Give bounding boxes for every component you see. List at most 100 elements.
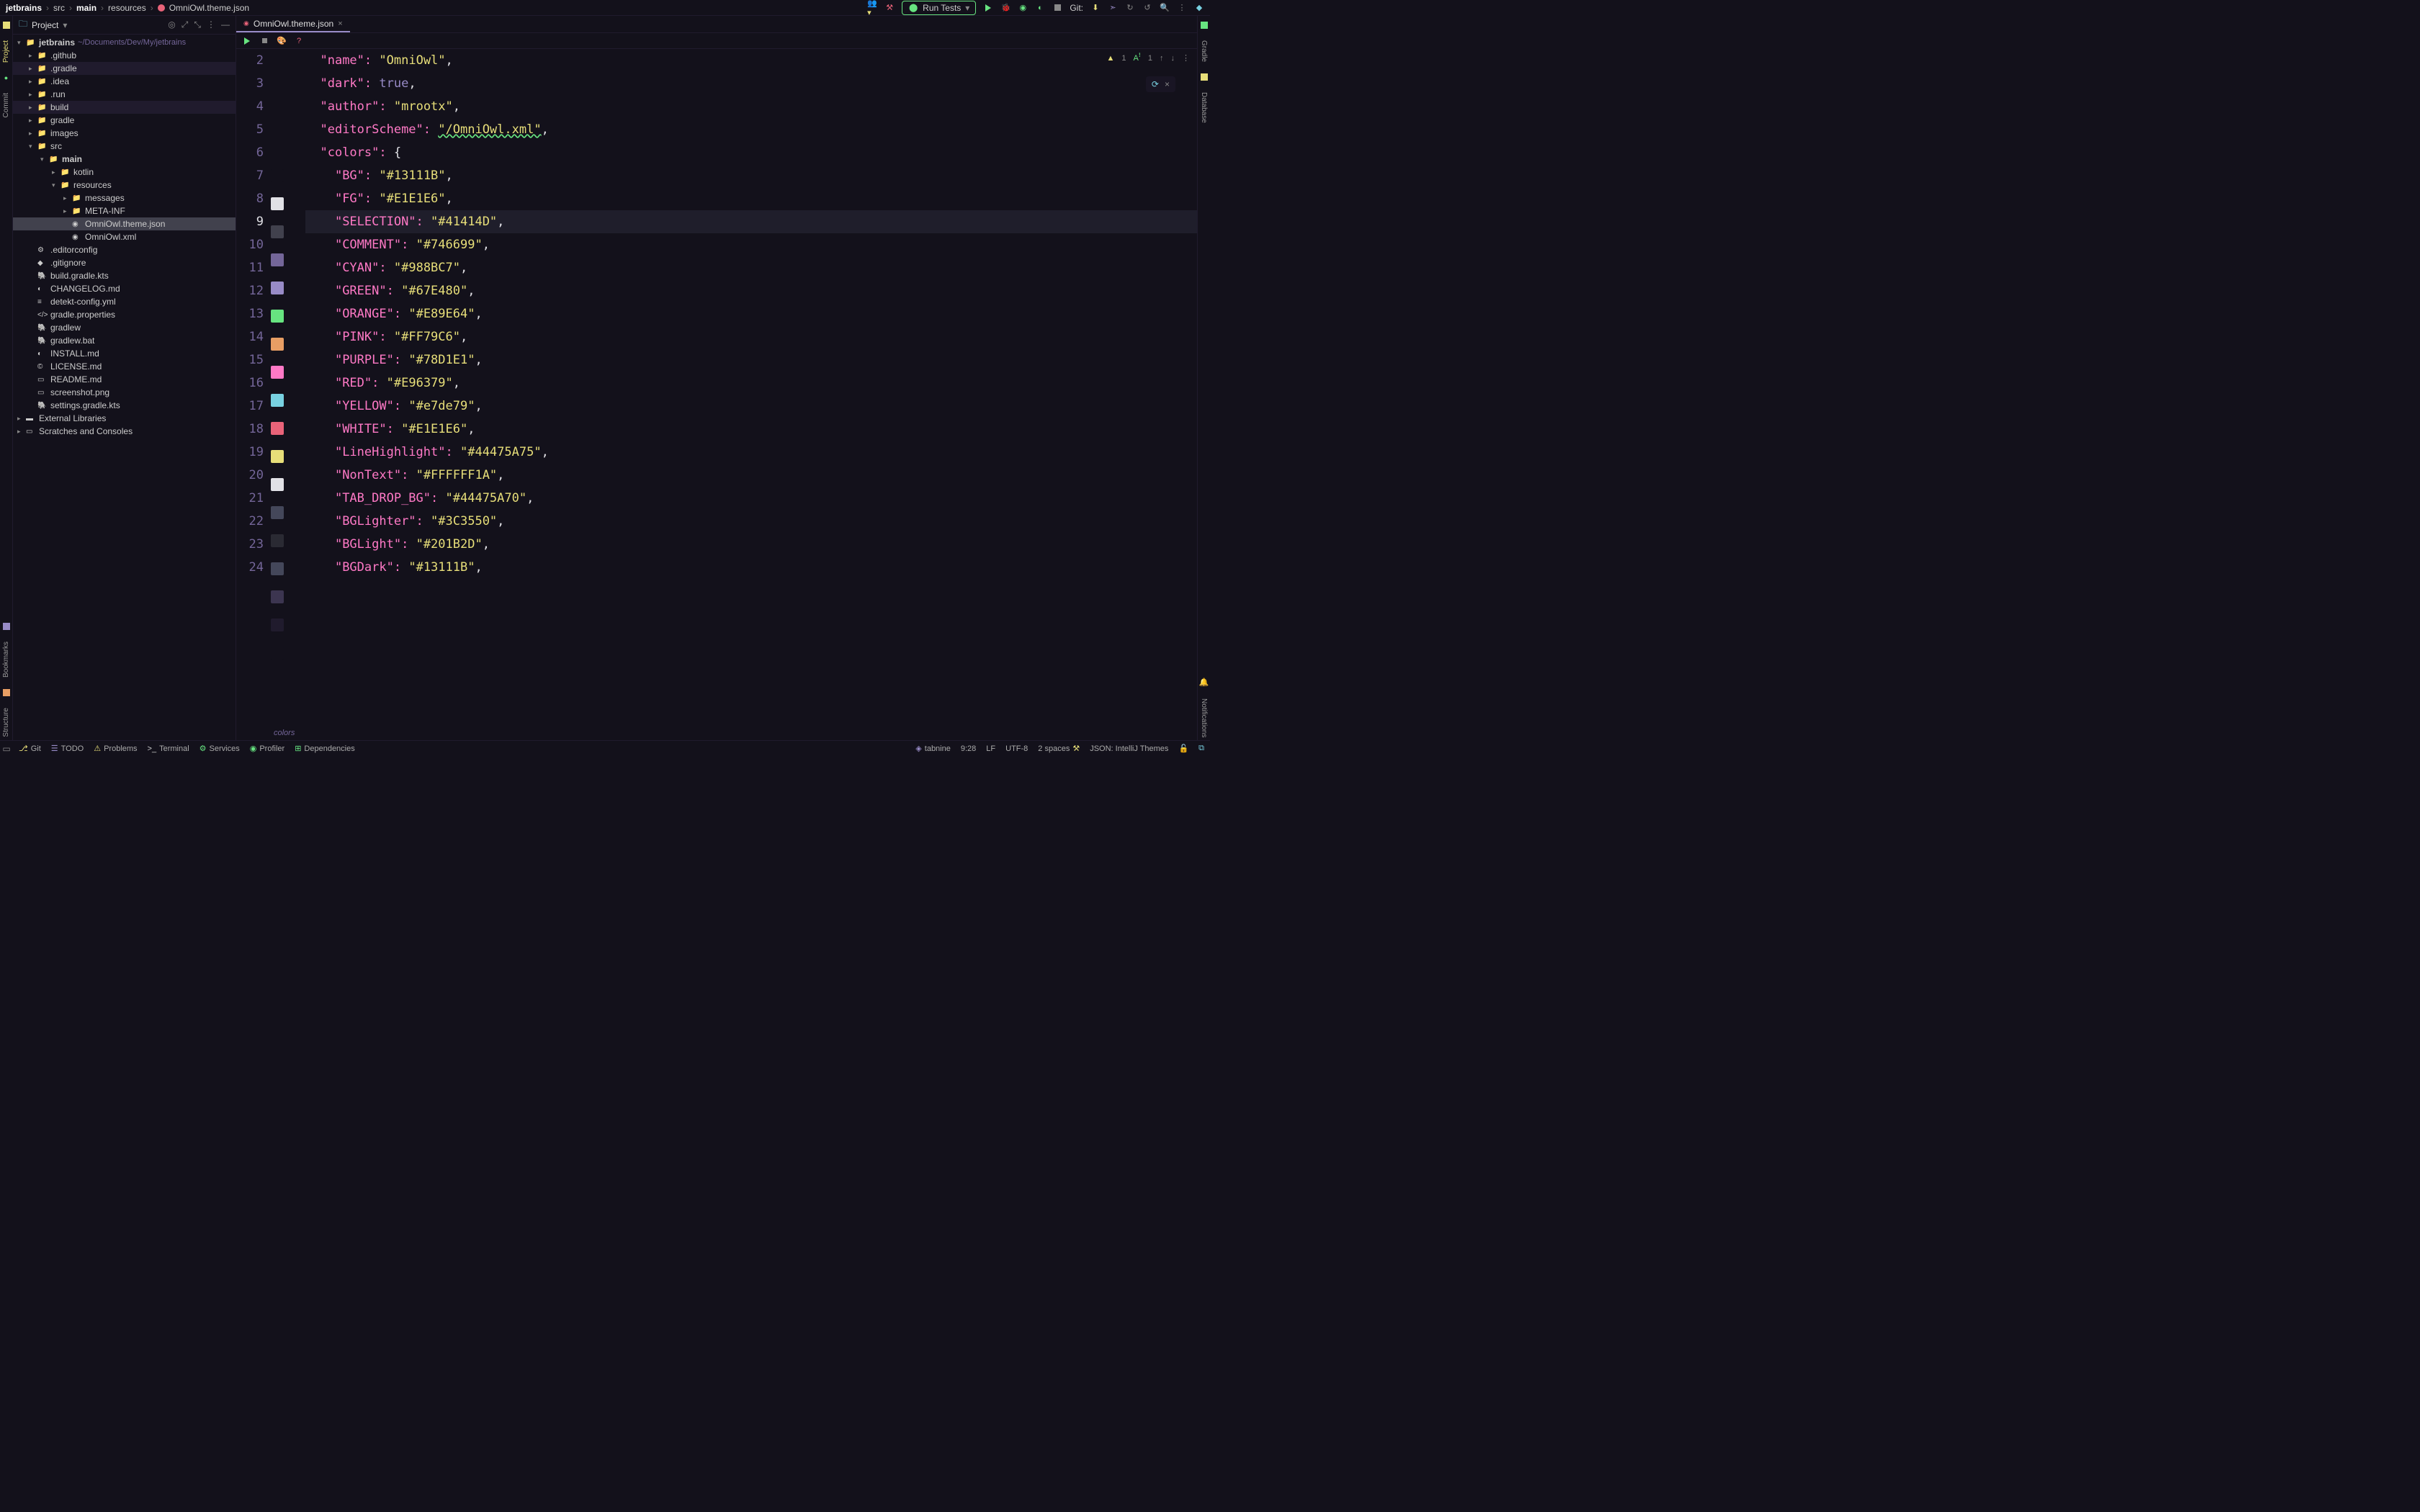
editor-tab[interactable]: ◉ OmniOwl.theme.json × — [236, 16, 350, 32]
tree-item[interactable]: ▸📁kotlin — [13, 166, 236, 179]
tree-item[interactable]: ▾📁src — [13, 140, 236, 153]
up-arrow-icon[interactable]: ↑ — [1160, 54, 1164, 63]
editor-breadcrumb[interactable]: colors — [236, 726, 1197, 740]
tree-item[interactable]: 🐘gradlew.bat — [13, 334, 236, 347]
tree-item[interactable]: ⚙.editorconfig — [13, 243, 236, 256]
inspection-widget[interactable]: ▲1 Aꜝ1 ↑ ↓ ⋮ — [1106, 53, 1190, 63]
tool-database[interactable]: Database — [1200, 89, 1208, 126]
tree-item[interactable]: ◆.gitignore — [13, 256, 236, 269]
more-icon[interactable]: ⋮ — [1182, 53, 1190, 63]
tree-item[interactable]: ▸▬External Libraries — [13, 412, 236, 425]
tree-item[interactable]: ▸📁images — [13, 127, 236, 140]
more-icon[interactable]: ⋮ — [207, 19, 215, 30]
stop-icon[interactable] — [1052, 3, 1062, 13]
tree-item[interactable]: ≡detekt-config.yml — [13, 295, 236, 308]
line-ending[interactable]: LF — [986, 744, 995, 753]
project-tree[interactable]: ▾📁jetbrains~/Documents/Dev/My/jetbrains▸… — [13, 35, 236, 740]
copilot-icon[interactable]: ⧉ — [1198, 744, 1204, 753]
tool-structure[interactable]: Structure — [2, 705, 10, 740]
tool-project[interactable]: Project — [2, 37, 10, 66]
run-gutter-icon[interactable] — [242, 36, 252, 46]
git-history-icon[interactable]: ↻ — [1125, 3, 1135, 13]
hide-icon[interactable]: — — [221, 19, 230, 30]
tree-item[interactable]: ◉OmniOwl.theme.json — [13, 217, 236, 230]
code-with-me-icon[interactable]: 👥▾ — [867, 3, 877, 13]
gradle-tool-icon[interactable] — [1201, 22, 1208, 29]
tree-item[interactable]: 🐘gradlew — [13, 321, 236, 334]
tree-item[interactable]: ▸📁META-INF — [13, 204, 236, 217]
expand-icon[interactable]: ⤢ — [182, 19, 189, 30]
tree-item[interactable]: ▾📁resources — [13, 179, 236, 192]
tool-bookmarks[interactable]: Bookmarks — [2, 639, 10, 680]
git-rollback-icon[interactable]: ↺ — [1142, 3, 1152, 13]
tree-item[interactable]: ◉OmniOwl.xml — [13, 230, 236, 243]
search-icon[interactable]: 🔍 — [1160, 3, 1170, 13]
tree-item[interactable]: ▸📁.run — [13, 88, 236, 101]
tree-item[interactable]: ▾📁main — [13, 153, 236, 166]
stop-gutter-icon[interactable] — [259, 36, 269, 46]
tree-item[interactable]: ▸📁messages — [13, 192, 236, 204]
close-icon[interactable]: × — [1165, 79, 1170, 89]
run-icon[interactable] — [983, 3, 993, 13]
bottom-tool-terminal[interactable]: >_ Terminal — [148, 744, 189, 753]
code-content[interactable]: "name": "OmniOwl", "dark": true, "author… — [288, 49, 1197, 726]
tree-item[interactable]: 🐘settings.gradle.kts — [13, 399, 236, 412]
tree-item[interactable]: ▾📁jetbrains~/Documents/Dev/My/jetbrains — [13, 36, 236, 49]
bottom-tool-git[interactable]: ⎇ Git — [19, 744, 41, 753]
down-arrow-icon[interactable]: ↓ — [1171, 54, 1175, 63]
close-tab-icon[interactable]: × — [338, 19, 342, 28]
tool-commit[interactable]: Commit — [2, 90, 10, 120]
bottom-tool-problems[interactable]: ⚠ Problems — [94, 744, 137, 753]
settings-icon[interactable]: ⋮ — [1177, 3, 1187, 13]
tree-item[interactable]: ▸📁.github — [13, 49, 236, 62]
target-icon[interactable]: ◎ — [168, 19, 175, 30]
jetbrains-icon[interactable]: ◆ — [1194, 3, 1204, 13]
code-editor[interactable]: 23456789101112131415161718192021222324 "… — [236, 49, 1197, 726]
tabnine-status[interactable]: ◈tabnine — [915, 744, 951, 753]
build-icon[interactable]: ⚒ — [884, 3, 895, 13]
commit-tool-icon[interactable]: ● — [4, 74, 8, 81]
tree-item[interactable]: ©LICENSE.md — [13, 360, 236, 373]
bottom-tool-profiler[interactable]: ◉ Profiler — [250, 744, 284, 753]
readonly-lock-icon[interactable]: 🔓 — [1178, 744, 1188, 753]
tree-item[interactable]: ▭screenshot.png — [13, 386, 236, 399]
indent-setting[interactable]: 2 spaces ⚒ — [1038, 744, 1080, 753]
tree-item[interactable]: ▸📁.gradle — [13, 62, 236, 75]
notifications-tool-icon[interactable]: 🔔 — [1199, 678, 1209, 687]
tree-item[interactable]: ▸📁.idea — [13, 75, 236, 88]
file-encoding[interactable]: UTF-8 — [1005, 744, 1028, 753]
ai-inlay-widget[interactable]: ⟳ × — [1146, 76, 1175, 92]
coverage-icon[interactable]: ◉ — [1018, 3, 1028, 13]
tree-item[interactable]: ▭README.md — [13, 373, 236, 386]
bottom-tool-services[interactable]: ⚙ Services — [200, 744, 240, 753]
tool-gradle[interactable]: Gradle — [1200, 37, 1208, 65]
git-push-icon[interactable]: ➣ — [1108, 3, 1118, 13]
tree-item[interactable]: ◐CHANGELOG.md — [13, 282, 236, 295]
profile-icon[interactable]: ◐ — [1035, 3, 1045, 13]
structure-tool-icon[interactable] — [3, 689, 10, 696]
debug-icon[interactable]: 🐞 — [1000, 3, 1010, 13]
collapse-icon[interactable]: ⤡ — [194, 19, 201, 30]
tree-item[interactable]: 🐘build.gradle.kts — [13, 269, 236, 282]
tree-item[interactable]: ▸▭Scratches and Consoles — [13, 425, 236, 438]
git-pull-icon[interactable]: ⬇ — [1090, 3, 1101, 13]
tree-item[interactable]: ▸📁build — [13, 101, 236, 114]
tree-item[interactable]: ▸📁gradle — [13, 114, 236, 127]
breadcrumb[interactable]: jetbrains›src›main›resources›OmniOwl.the… — [6, 3, 249, 13]
tree-item[interactable]: ◐INSTALL.md — [13, 347, 236, 360]
run-configuration-selector[interactable]: ⬤ Run Tests ▾ — [902, 1, 976, 15]
bottom-tool-dependencies[interactable]: ⊞ Dependencies — [295, 744, 355, 753]
chevron-down-icon[interactable]: ▾ — [63, 20, 67, 30]
project-tool-icon[interactable] — [3, 22, 10, 29]
bookmarks-tool-icon[interactable] — [3, 623, 10, 630]
bottom-tool-todo[interactable]: ☰ TODO — [51, 744, 84, 753]
tool-window-toggle[interactable]: ▭ — [0, 740, 13, 756]
database-tool-icon[interactable] — [1201, 73, 1208, 81]
tree-item[interactable]: </>gradle.properties — [13, 308, 236, 321]
caret-position[interactable]: 9:28 — [961, 744, 976, 753]
chevron-down-icon: ▾ — [965, 3, 969, 13]
help-icon[interactable]: ? — [294, 36, 304, 46]
language-schema[interactable]: JSON: IntelliJ Themes — [1090, 744, 1168, 753]
tool-notifications[interactable]: Notifications — [1200, 696, 1208, 740]
palette-icon[interactable]: 🎨 — [277, 36, 287, 46]
